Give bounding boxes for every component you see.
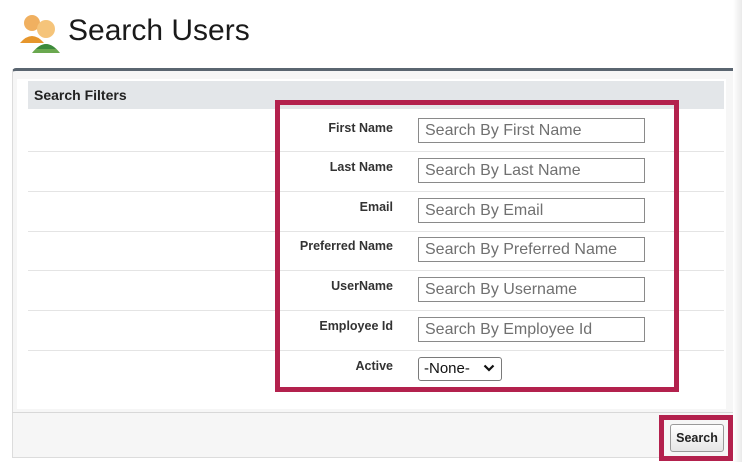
users-icon	[20, 15, 60, 53]
page-title: Search Users	[68, 14, 250, 47]
highlight-box-filters	[275, 100, 679, 392]
highlight-box-search-button	[659, 415, 733, 461]
window-edge	[733, 0, 742, 462]
footer-divider	[12, 412, 737, 413]
page-header: Search Users	[0, 0, 742, 68]
